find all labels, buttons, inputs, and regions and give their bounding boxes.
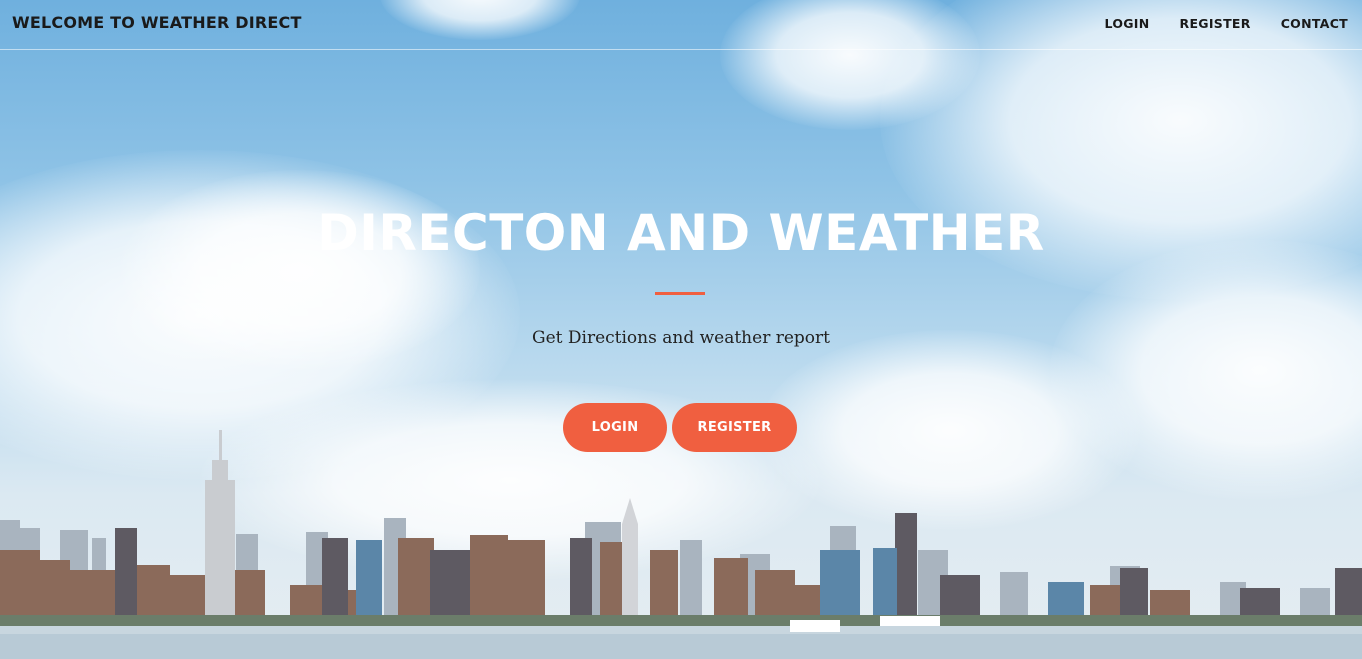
hero-divider (655, 292, 705, 295)
hero-buttons: LOGIN REGISTER (563, 403, 797, 452)
nav-register-link[interactable]: REGISTER (1180, 16, 1251, 31)
hero-subtitle: Get Directions and weather report (532, 328, 830, 348)
nav-links: LOGIN REGISTER CONTACT (1105, 16, 1349, 31)
brand-title[interactable]: WELCOME TO WEATHER DIRECT (12, 13, 302, 32)
register-button[interactable]: REGISTER (672, 403, 797, 452)
nav-login-link[interactable]: LOGIN (1105, 16, 1150, 31)
top-navbar: WELCOME TO WEATHER DIRECT LOGIN REGISTER… (0, 0, 1362, 50)
hero-page: WELCOME TO WEATHER DIRECT LOGIN REGISTER… (0, 0, 1362, 659)
city-skyline-image (0, 430, 1362, 659)
nav-contact-link[interactable]: CONTACT (1281, 16, 1348, 31)
login-button[interactable]: LOGIN (563, 403, 667, 452)
hero-title: DIRECTON AND WEATHER (317, 204, 1045, 262)
